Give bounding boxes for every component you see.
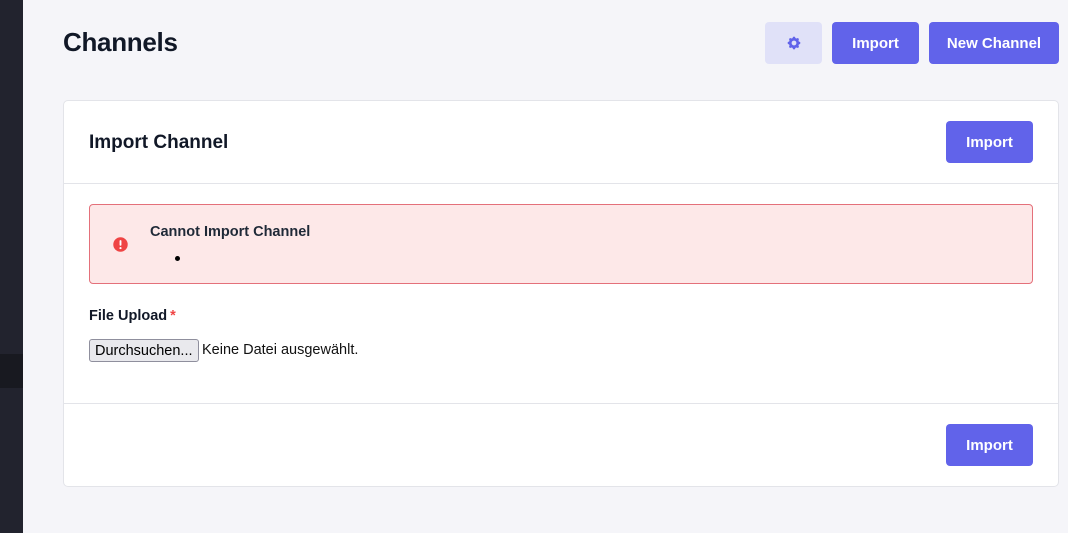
import-channel-card: Import Channel Import Cannot Import Chan… <box>63 100 1059 487</box>
file-upload-label: File Upload * <box>89 308 176 324</box>
card-footer-import-button[interactable]: Import <box>946 424 1033 466</box>
card-header-import-button[interactable]: Import <box>946 121 1033 163</box>
file-status-text: Keine Datei ausgewählt. <box>202 342 359 358</box>
page-title: Channels <box>63 27 178 57</box>
required-asterisk: * <box>170 308 176 324</box>
error-alert: Cannot Import Channel <box>89 204 1033 284</box>
card-title: Import Channel <box>89 132 229 153</box>
card-header-divider <box>64 183 1058 184</box>
exclamation-circle-icon <box>113 237 128 252</box>
gear-icon <box>787 36 800 50</box>
card-footer-divider <box>64 403 1058 404</box>
import-button[interactable]: Import <box>832 22 919 64</box>
file-browse-button[interactable]: Durchsuchen... <box>89 339 199 362</box>
settings-button[interactable] <box>765 22 822 64</box>
sidebar-active-item[interactable] <box>0 354 23 388</box>
alert-message-item <box>175 256 180 261</box>
file-upload-label-text: File Upload <box>89 308 168 324</box>
alert-title: Cannot Import Channel <box>150 224 311 240</box>
sidebar <box>0 0 23 533</box>
new-channel-button[interactable]: New Channel <box>929 22 1059 64</box>
